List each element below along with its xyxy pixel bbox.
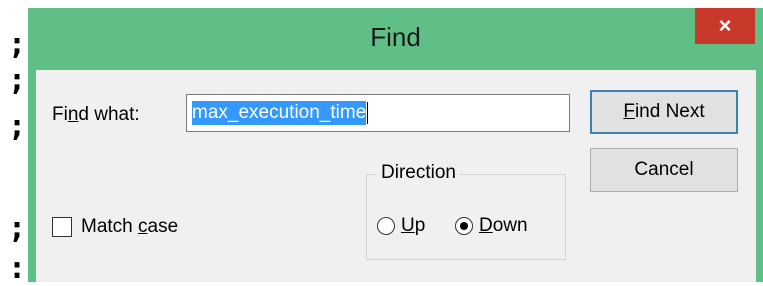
radio-button-selected-icon [455, 217, 473, 235]
find-dialog: Find × Find what: max_execution_time Fin… [28, 8, 763, 282]
direction-up-label: Up [401, 215, 426, 236]
match-case-checkbox[interactable]: Match case [52, 216, 178, 238]
direction-up-radio[interactable]: Up [377, 215, 425, 237]
find-what-label: Find what: [52, 104, 140, 125]
background-text: ; [8, 27, 27, 62]
radio-button-icon [377, 217, 395, 235]
find-what-input[interactable]: max_execution_time [186, 94, 570, 132]
background-text: : [8, 251, 27, 286]
find-next-button[interactable]: Find Next [590, 90, 738, 134]
cancel-button[interactable]: Cancel [590, 148, 738, 192]
title-bar[interactable]: Find × [28, 8, 763, 70]
checkbox-icon [52, 217, 72, 237]
find-what-value: max_execution_time [192, 101, 367, 125]
direction-down-radio[interactable]: Down [455, 215, 528, 237]
close-icon: × [718, 13, 732, 38]
direction-legend: Direction [377, 162, 460, 184]
background-text: ; [8, 211, 27, 246]
dialog-body: Find what: max_execution_time Find Next … [36, 70, 756, 282]
dialog-title: Find [370, 22, 421, 52]
direction-down-label: Down [479, 215, 528, 236]
text-caret [367, 102, 369, 124]
background-text: ; [8, 109, 27, 144]
background-text: ; [8, 63, 27, 98]
match-case-label: Match case [81, 216, 179, 237]
direction-group: Direction Up Down [366, 162, 566, 260]
close-button[interactable]: × [695, 8, 755, 44]
